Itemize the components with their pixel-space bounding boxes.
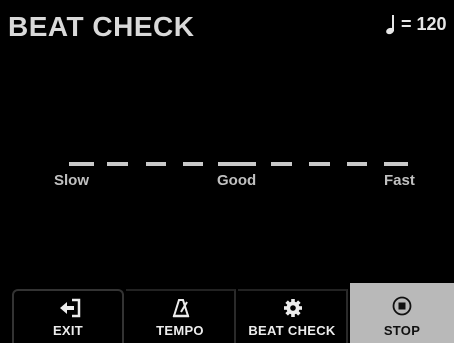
stop-circle-icon bbox=[392, 296, 412, 316]
stop-button[interactable]: STOP bbox=[350, 283, 454, 343]
exit-button-label: EXIT bbox=[52, 323, 84, 338]
meter-label-fast: Fast bbox=[384, 172, 415, 189]
meter-dash bbox=[146, 162, 166, 166]
beat-check-button[interactable]: BEAT CHECK bbox=[238, 289, 348, 343]
meter-dash bbox=[384, 162, 408, 166]
meter-dash bbox=[309, 162, 330, 166]
tempo-button-label: TEMPO bbox=[156, 323, 204, 338]
tempo-button[interactable]: TEMPO bbox=[126, 289, 236, 343]
stop-button-label: STOP bbox=[383, 323, 421, 338]
meter-dash bbox=[107, 162, 128, 166]
meter-label-slow: Slow bbox=[54, 172, 90, 189]
exit-button[interactable]: EXIT bbox=[12, 289, 124, 343]
gear-icon bbox=[284, 299, 302, 317]
meter-label-good: Good bbox=[217, 172, 257, 189]
exit-arrow-icon bbox=[60, 298, 81, 318]
meter-dash bbox=[183, 162, 203, 166]
meter-dash bbox=[347, 162, 367, 166]
bottom-toolbar: EXIT TEMPO BEAT CHECK STOP bbox=[0, 283, 454, 343]
metronome-icon bbox=[172, 299, 190, 318]
beat-check-button-label: BEAT CHECK bbox=[248, 323, 336, 338]
meter-dash bbox=[218, 162, 256, 166]
meter-dash bbox=[69, 162, 94, 166]
meter-dash bbox=[271, 162, 292, 166]
